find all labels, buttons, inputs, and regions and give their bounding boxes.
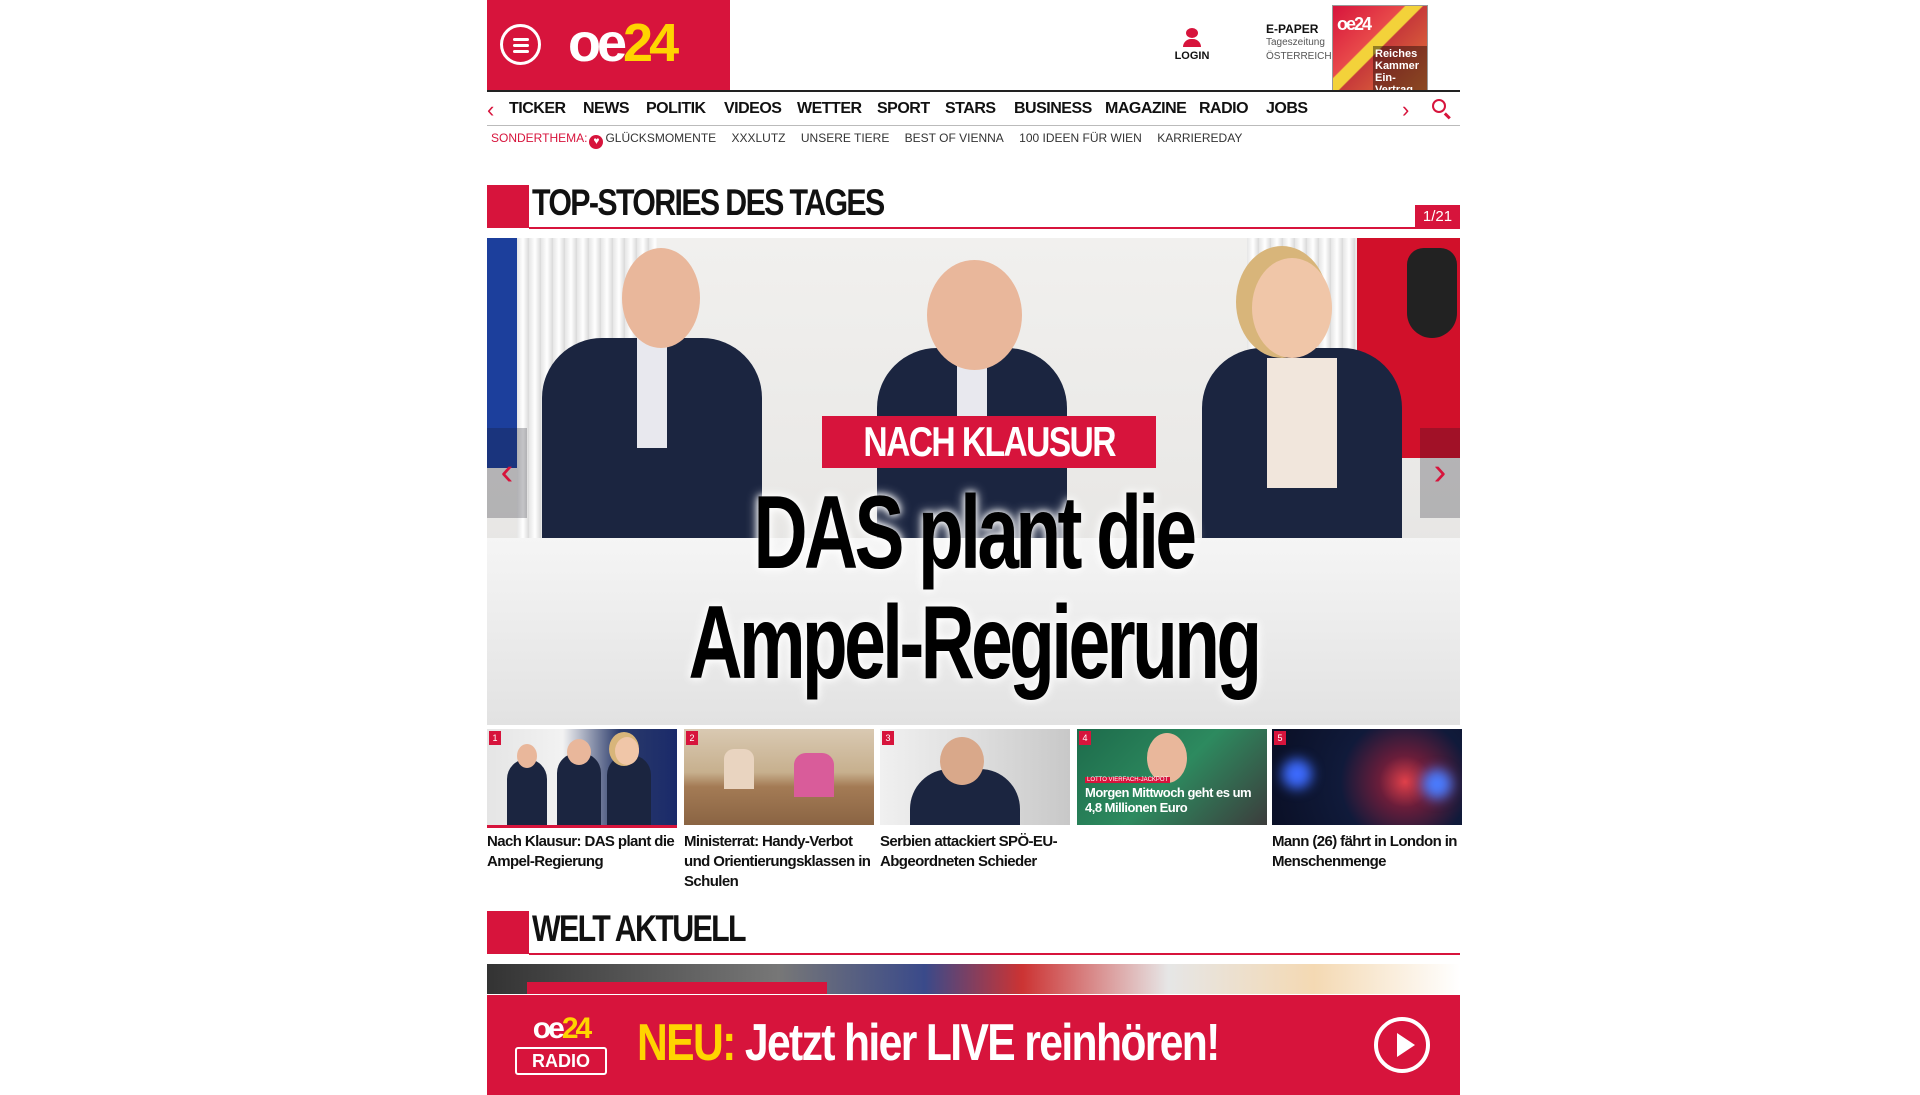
thumb-1-number: 1: [489, 731, 501, 745]
section-rule: [529, 227, 1460, 229]
section-title-welt-aktuell: WELT AKTUELL: [532, 908, 747, 949]
nav-item-sport[interactable]: SPORT: [877, 100, 930, 118]
subnav-item-gluecksmomente[interactable]: GLÜCKSMOMENTE: [605, 131, 716, 145]
thumb-image-4[interactable]: 4 LOTTO VIERFACH-JACKPOT Morgen Mittwoch…: [1077, 729, 1267, 825]
nav-item-news[interactable]: NEWS: [583, 100, 630, 118]
hamburger-menu-icon[interactable]: [500, 24, 541, 65]
nav-item-videos[interactable]: VIDEOS: [724, 100, 782, 118]
hero-kicker: NACH KLAUSUR: [822, 416, 1157, 468]
thumb-4-number: 4: [1079, 731, 1091, 745]
nav-bottom-rule: [487, 125, 1460, 126]
thumb-4-overlay-label: LOTTO VIERFACH-JACKPOT: [1085, 777, 1171, 783]
thumb-image-2[interactable]: 2: [684, 729, 874, 825]
nav-top-rule: [487, 90, 1460, 92]
oe24-radio-logo: oe24 RADIO: [515, 1013, 607, 1079]
austria-eagle: [1407, 248, 1457, 338]
thumb-2-title[interactable]: Ministerrat: Handy-Verbot und Orientieru…: [684, 832, 874, 892]
hero-kicker-text: NACH KLAUSUR: [863, 418, 1116, 465]
thumb-3-title[interactable]: Serbien attackiert SPÖ-EU-Abgeordneten S…: [880, 832, 1070, 872]
subnav-item-unsere-tiere[interactable]: UNSERE TIERE: [801, 131, 889, 145]
thumb-5-blue-light: [1282, 759, 1312, 789]
section-bar-welt: [487, 911, 529, 954]
person-3-shirt: [1267, 358, 1337, 488]
play-icon[interactable]: [1374, 1017, 1430, 1073]
hero-headline-line2: Ampel-Regierung: [688, 585, 1262, 701]
epaper-cover-logo: oe24: [1337, 14, 1372, 34]
hero-headline[interactable]: DAS plant die Ampel-Regierung: [487, 478, 1460, 698]
person-1-head: [622, 248, 700, 348]
welt-preview-kicker: [527, 982, 827, 994]
thumb-image-3[interactable]: 3: [880, 729, 1070, 825]
nav-item-magazine[interactable]: MAGAZINE: [1105, 100, 1187, 118]
thumb-1-active-indicator: [487, 825, 677, 828]
login-label: LOGIN: [1174, 50, 1210, 62]
user-icon-body: [1183, 39, 1201, 47]
thumb-2-child-b: [794, 753, 834, 797]
sub-nav: SONDERTHEMA: ♥ GLÜCKSMOMENTE XXXLUTZ UNSER…: [491, 131, 1254, 149]
epaper-cover-image[interactable]: oe24 Reiches Kammer Ein-Vertrag: [1333, 6, 1427, 90]
subnav-item-xxxlutz[interactable]: XXXLUTZ: [732, 131, 786, 145]
epaper-link[interactable]: E-PAPER Tageszeitung ÖSTERREICH: [1266, 22, 1336, 64]
thumb-1-title[interactable]: Nach Klausur: DAS plant die Ampel-Regier…: [487, 832, 677, 872]
thumb-2-number: 2: [686, 731, 698, 745]
epaper-cover-headline: Reiches Kammer Ein-Vertrag: [1373, 46, 1427, 90]
slide-counter: 1/21: [1415, 205, 1460, 228]
thumb-5-blue-light-2: [1422, 769, 1452, 799]
thumb-image-5[interactable]: 5: [1272, 729, 1462, 825]
subnav-item-best-of-vienna[interactable]: BEST OF VIENNA: [905, 131, 1004, 145]
sonderthema-label: SONDERTHEMA:: [491, 131, 588, 145]
hero-story[interactable]: ‹ › NACH KLAUSUR DAS plant die Ampel-Reg…: [487, 238, 1460, 725]
search-icon[interactable]: [1432, 99, 1446, 113]
thumb-4-overlay-text: Morgen Mittwoch geht es um 4,8 Millionen…: [1085, 785, 1252, 815]
nav-item-politik[interactable]: POLITIK: [646, 100, 706, 118]
nav-item-ticker[interactable]: TICKER: [509, 100, 566, 118]
radio-logo-bottom: RADIO: [515, 1047, 607, 1075]
nav-item-stars[interactable]: STARS: [945, 100, 996, 118]
nav-next-chevron-icon[interactable]: ›: [1402, 97, 1409, 123]
thumb-4-head: [1147, 733, 1187, 783]
radio-cta-text: Jetzt hier LIVE reinhören!: [734, 1014, 1221, 1072]
login-button[interactable]: LOGIN: [1172, 28, 1212, 62]
nav-item-jobs[interactable]: JOBS: [1266, 100, 1308, 118]
thumb-3-head: [940, 737, 984, 785]
nav-item-radio[interactable]: RADIO: [1199, 100, 1249, 118]
section-rule-welt: [529, 953, 1460, 955]
oe24-logo[interactable]: oe24: [568, 12, 679, 74]
epaper-sub2: ÖSTERREICH: [1266, 51, 1332, 62]
radio-banner[interactable]: oe24 RADIO NEU: Jetzt hier LIVE reinhöre…: [487, 995, 1460, 1095]
subnav-item-karriereday[interactable]: KARRIEREDAY: [1157, 131, 1242, 145]
nav-item-business[interactable]: BUSINESS: [1014, 100, 1092, 118]
nav-item-wetter[interactable]: WETTER: [797, 100, 862, 118]
radio-banner-text: NEU: Jetzt hier LIVE reinhören!: [637, 1013, 1221, 1073]
person-3-head: [1252, 258, 1332, 358]
thumb-1-person-c: [607, 755, 651, 825]
person-1-shirt: [637, 338, 667, 448]
logo-text: oe24: [568, 13, 679, 73]
thumb-5-number: 5: [1274, 731, 1286, 745]
thumb-1-person-a: [507, 759, 547, 825]
epaper-sub1: Tageszeitung: [1266, 37, 1325, 48]
subnav-item-100-ideen[interactable]: 100 IDEEN FÜR WIEN: [1019, 131, 1142, 145]
radio-logo-top: oe24: [532, 1012, 592, 1045]
thumb-1-head-a: [517, 744, 537, 768]
section-title-top-stories: TOP-STORIES DES TAGES: [532, 182, 885, 223]
person-2-head: [927, 260, 1022, 370]
welt-preview-image[interactable]: [487, 964, 1460, 994]
epaper-title: E-PAPER: [1266, 22, 1319, 36]
thumb-1-head-b: [567, 739, 591, 765]
radio-neu-label: NEU:: [637, 1014, 736, 1072]
hero-headline-line1: DAS plant die: [753, 475, 1198, 591]
heart-icon: ♥: [589, 135, 604, 149]
main-nav: ‹ TICKER NEWS POLITIK VIDEOS WETTER SPOR…: [487, 93, 1460, 125]
thumb-3-number: 3: [882, 731, 894, 745]
thumb-image-1[interactable]: 1: [487, 729, 677, 825]
thumb-2-child-a: [724, 749, 754, 789]
user-icon: [1186, 28, 1198, 38]
section-bar: [487, 185, 529, 228]
thumb-1-head-c: [615, 737, 639, 765]
thumb-5-title[interactable]: Mann (26) fährt in London in Menschenmen…: [1272, 832, 1462, 872]
nav-prev-chevron-icon[interactable]: ‹: [487, 97, 494, 123]
